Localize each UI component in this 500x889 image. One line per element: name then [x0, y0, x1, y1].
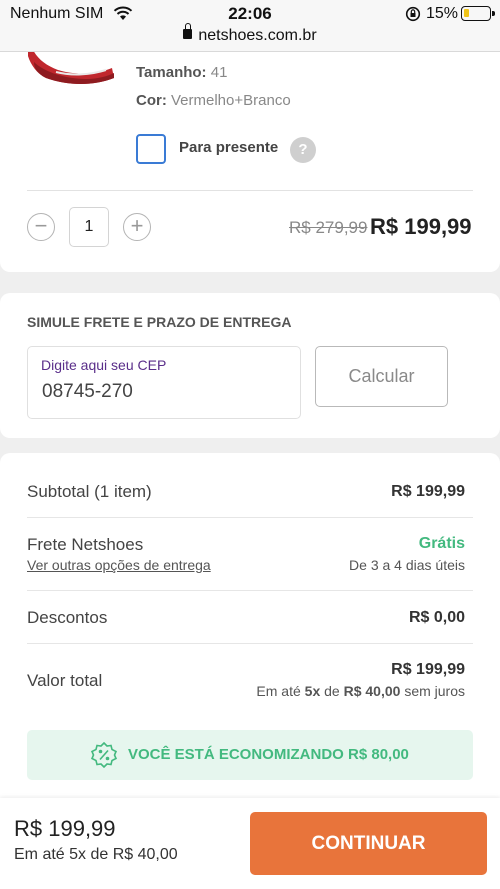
help-icon[interactable]: ? — [290, 137, 316, 163]
current-price: R$ 199,99 — [370, 214, 472, 239]
color-label: Cor: — [136, 92, 167, 109]
gift-checkbox[interactable] — [136, 134, 166, 164]
shipping-value: Grátis — [418, 535, 465, 552]
shipping-simulation-title: SIMULE FRETE E PRAZO DE ENTREGA — [27, 314, 292, 330]
rotation-lock-icon — [405, 6, 421, 22]
installment-mid: de — [324, 683, 340, 699]
shipping-label: Frete Netshoes — [27, 535, 144, 554]
clock: 22:06 — [228, 4, 272, 23]
cep-input[interactable] — [42, 381, 282, 403]
battery-level — [464, 9, 469, 17]
footer-price: R$ 199,99 — [14, 816, 116, 841]
product-image[interactable] — [28, 52, 120, 88]
footer-installments: Em até 5x de R$ 40,00 — [14, 846, 178, 863]
divider — [27, 590, 473, 591]
plus-icon[interactable]: + — [123, 213, 151, 241]
divider — [27, 190, 473, 191]
installment-count: 5x — [304, 683, 321, 699]
savings-text: VOCÊ ESTÁ ECONOMIZANDO R$ 80,00 — [128, 746, 409, 763]
minus-icon[interactable]: − — [27, 213, 55, 241]
lock-icon — [183, 23, 193, 39]
old-price: R$ 279,99 — [289, 218, 368, 237]
order-summary-card: Subtotal (1 item) R$ 199,99 Frete Netsho… — [0, 453, 500, 798]
cep-field-label: Digite aqui seu CEP — [41, 357, 167, 373]
address-bar[interactable]: netshoes.com.br — [0, 23, 500, 52]
subtotal-label: Subtotal (1 item) — [27, 482, 152, 501]
installment-amount: R$ 40,00 — [343, 683, 401, 699]
divider — [27, 517, 473, 518]
total-label: Valor total — [27, 671, 103, 690]
discount-percent-icon — [91, 742, 117, 768]
size-value: 41 — [210, 64, 228, 81]
savings-banner: VOCÊ ESTÁ ECONOMIZANDO R$ 80,00 — [27, 730, 473, 780]
discount-label: Descontos — [27, 608, 108, 627]
battery-icon — [461, 6, 495, 21]
product-color: Cor: Vermelho+Branco — [136, 92, 291, 109]
battery-percentage: 15% — [426, 5, 459, 22]
size-label: Tamanho: — [136, 64, 207, 81]
subtotal-value: R$ 199,99 — [391, 483, 465, 500]
shipping-simulation-card: SIMULE FRETE E PRAZO DE ENTREGA Digite a… — [0, 293, 500, 438]
installment-prefix: Em até — [256, 683, 301, 699]
gift-label[interactable]: Para presente — [179, 139, 278, 156]
discount-value: R$ 0,00 — [408, 609, 465, 626]
status-bar: Nenhum SIM 22:06 15% — [0, 0, 500, 28]
quantity-input[interactable]: 1 — [69, 207, 109, 247]
battery-nub — [492, 11, 495, 16]
cart-product-card: Tamanho: 41 Cor: Vermelho+Branco Para pr… — [0, 52, 500, 272]
installment-info: Em até 5x de R$ 40,00 sem juros — [256, 683, 465, 699]
installment-suffix: sem juros — [404, 683, 465, 699]
color-value: Vermelho+Branco — [171, 92, 291, 109]
cep-field[interactable]: Digite aqui seu CEP — [27, 346, 301, 419]
continue-button[interactable]: CONTINUAR — [250, 812, 487, 875]
total-value: R$ 199,99 — [391, 661, 465, 678]
url-text: netshoes.com.br — [198, 27, 317, 44]
other-shipping-options-link[interactable]: Ver outras opções de entrega — [27, 557, 211, 573]
calculate-button[interactable]: Calcular — [315, 346, 448, 407]
checkout-footer: R$ 199,99 Em até 5x de R$ 40,00 CONTINUA… — [0, 798, 500, 889]
divider — [27, 643, 473, 644]
product-size: Tamanho: 41 — [136, 64, 227, 81]
shipping-time: De 3 a 4 dias úteis — [349, 557, 465, 573]
